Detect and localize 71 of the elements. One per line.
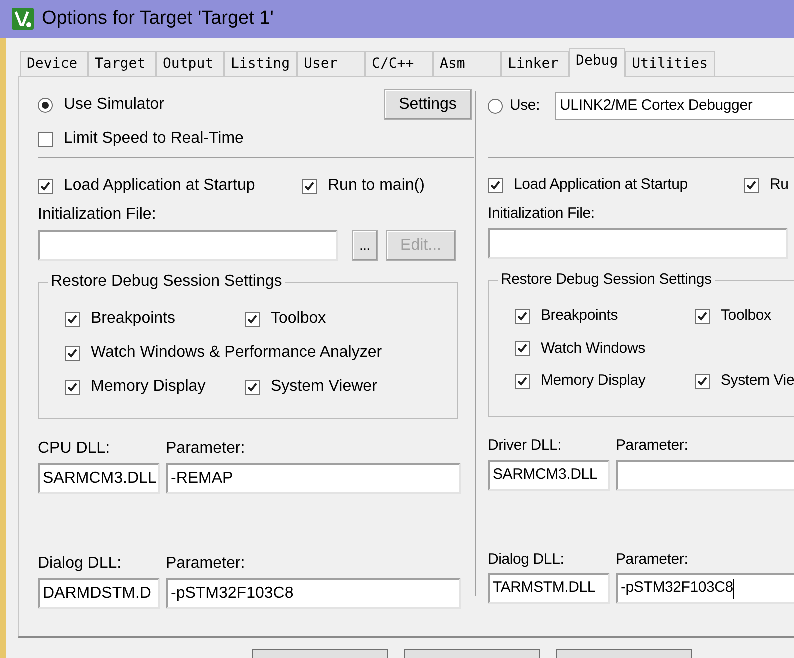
checkbox[interactable] bbox=[245, 380, 260, 394]
checkbox-label: System Viewer bbox=[271, 377, 378, 397]
checkbox-label: Toolbox bbox=[721, 306, 772, 326]
init-file-field[interactable] bbox=[488, 228, 788, 259]
checkbox[interactable] bbox=[302, 178, 317, 194]
parameter-label: Parameter: bbox=[166, 554, 246, 574]
checkbox[interactable] bbox=[65, 312, 80, 326]
checkbox[interactable] bbox=[515, 374, 530, 389]
checkbox-label: Watch Windows bbox=[541, 338, 646, 358]
checkbox-label: Load Application at Startup bbox=[514, 175, 688, 195]
checkbox-label: Limit Speed to Real-Time bbox=[64, 129, 244, 149]
init-file-field[interactable] bbox=[38, 230, 338, 261]
dll-field[interactable]: TARMSTM.DLL bbox=[488, 573, 610, 604]
checkbox[interactable] bbox=[488, 178, 503, 193]
checkbox-label: Memory Display bbox=[541, 371, 646, 391]
tab[interactable]: User bbox=[297, 51, 366, 76]
checkbox[interactable] bbox=[245, 312, 260, 326]
parameter-field[interactable]: -pSTM32F103C8 bbox=[616, 573, 794, 604]
tab[interactable]: Listing bbox=[224, 51, 298, 76]
checkbox-label: Breakpoints bbox=[91, 309, 176, 329]
checkbox[interactable] bbox=[695, 308, 710, 324]
browse-button[interactable]: ... bbox=[352, 230, 378, 261]
dll-field[interactable]: SARMCM3.DLL bbox=[38, 463, 160, 494]
group-title: Restore Debug Session Settings bbox=[48, 272, 286, 292]
tab[interactable]: C/C++ bbox=[365, 51, 434, 76]
dll-label: Dialog DLL: bbox=[38, 554, 123, 574]
dll-label: CPU DLL: bbox=[38, 439, 112, 459]
tab[interactable]: Debug bbox=[569, 48, 626, 77]
checkbox-label: Toolbox bbox=[271, 309, 326, 329]
parameter-label: Parameter: bbox=[616, 436, 690, 456]
tab[interactable]: Linker bbox=[501, 51, 570, 76]
dll-field[interactable]: SARMCM3.DLL bbox=[488, 460, 610, 490]
tab[interactable]: Output bbox=[156, 51, 224, 76]
checkbox-label: Memory Display bbox=[91, 377, 206, 397]
parameter-label: Parameter: bbox=[616, 550, 690, 570]
dll-label: Driver DLL: bbox=[488, 436, 563, 456]
checkbox[interactable] bbox=[65, 346, 80, 360]
parameter-field[interactable] bbox=[616, 460, 794, 490]
radio-button[interactable] bbox=[38, 98, 53, 112]
checkbox-label: Breakpoints bbox=[541, 306, 618, 326]
window-title: Options for Target 'Target 1' bbox=[42, 6, 274, 31]
radio-label: Use: bbox=[510, 96, 540, 116]
dll-label: Dialog DLL: bbox=[488, 550, 566, 570]
checkbox[interactable] bbox=[744, 178, 759, 193]
init-file-label: Initialization File: bbox=[488, 204, 596, 224]
debugger-dropdown[interactable]: ULINK2/ME Cortex Debugger bbox=[555, 92, 794, 120]
checkbox-label: Watch Windows & Performance Analyzer bbox=[91, 343, 382, 363]
parameter-field[interactable]: -pSTM32F103C8 bbox=[166, 578, 461, 609]
checkbox[interactable] bbox=[65, 380, 80, 394]
checkbox-label: System Vie bbox=[721, 371, 794, 391]
checkbox-label: Run to main() bbox=[328, 176, 425, 196]
parameter-field[interactable]: -REMAP bbox=[166, 463, 461, 494]
app-logo-icon bbox=[12, 8, 34, 30]
radio-button[interactable] bbox=[488, 98, 503, 114]
checkbox[interactable] bbox=[38, 178, 53, 194]
checkbox[interactable] bbox=[38, 132, 53, 146]
dll-field[interactable]: DARMDSTM.D bbox=[38, 578, 160, 609]
init-file-label: Initialization File: bbox=[38, 205, 158, 225]
tab[interactable]: Target bbox=[88, 51, 156, 76]
checkbox[interactable] bbox=[515, 341, 530, 356]
checkbox-label: Load Application at Startup bbox=[64, 176, 256, 196]
tab[interactable]: Device bbox=[20, 51, 88, 76]
group-title: Restore Debug Session Settings bbox=[498, 270, 715, 290]
checkbox[interactable] bbox=[515, 308, 530, 324]
settings-button[interactable]: Settings bbox=[384, 89, 472, 120]
checkbox[interactable] bbox=[695, 374, 710, 389]
checkbox-label: Ru bbox=[770, 175, 789, 195]
tab[interactable]: Utilities bbox=[625, 51, 716, 76]
tab[interactable]: Asm bbox=[433, 51, 502, 76]
parameter-label: Parameter: bbox=[166, 439, 246, 459]
radio-label: Use Simulator bbox=[64, 95, 164, 115]
